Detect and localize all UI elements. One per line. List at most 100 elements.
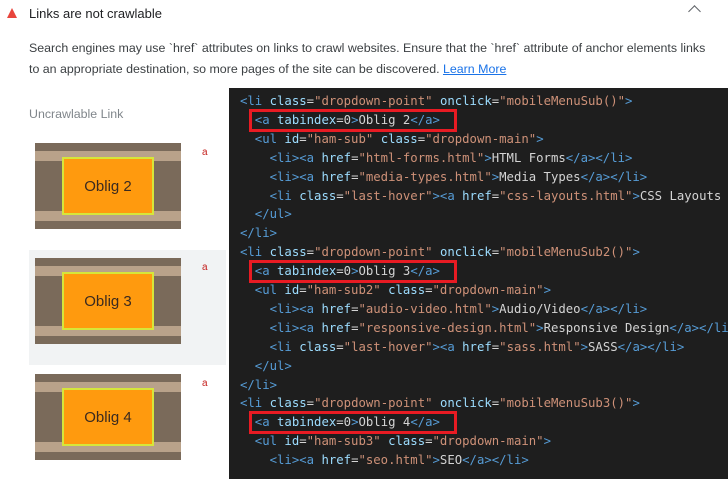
code-token: id	[284, 283, 300, 297]
element-screenshot: Oblig 3	[35, 258, 181, 344]
code-line: <ul id="ham-sub" class="dropdown-main">	[240, 130, 544, 149]
code-line: <li class="last-hover"><a href="sass.htm…	[240, 338, 685, 357]
code-token: <li	[240, 188, 300, 203]
code-token: CSS Layouts	[639, 188, 722, 203]
code-token: href	[462, 339, 492, 354]
element-screenshot: Oblig 2	[35, 143, 181, 229]
code-token: "responsive-design.html"	[358, 320, 537, 335]
code-token: "dropdown-main"	[425, 131, 537, 146]
code-token: >	[536, 131, 544, 146]
audit-header[interactable]: Links are not crawlable	[0, 0, 728, 30]
audit-title: Links are not crawlable	[29, 6, 162, 21]
highlight-box	[249, 260, 457, 284]
code-token: <ul	[240, 131, 285, 146]
code-token: "last-hover"	[343, 339, 433, 354]
code-token: id	[284, 131, 300, 146]
code-token: >	[580, 339, 589, 354]
code-token: onclick	[439, 94, 492, 108]
code-token: <li><a	[240, 150, 322, 165]
code-token: =	[306, 94, 315, 108]
code-token: class	[269, 396, 307, 411]
code-token: href	[462, 188, 492, 203]
code-line: <li class="last-hover"><a href="css-layo…	[240, 187, 722, 206]
code-line: <li><a href="html-forms.html">HTML Forms…	[240, 149, 633, 168]
code-token: Media Types	[499, 169, 581, 184]
list-item[interactable]: Oblig 4 a	[29, 366, 226, 479]
code-line: <li><a href="seo.html">SEO</a></li>	[240, 451, 529, 470]
code-token: "mobileMenuSub2()"	[499, 245, 633, 260]
code-token: >	[632, 245, 640, 260]
code-token: =	[299, 131, 307, 146]
code-token: href	[321, 301, 352, 316]
code-token: ><a	[432, 339, 463, 354]
code-token: "media-types.html"	[358, 169, 492, 184]
code-token: class	[388, 434, 426, 449]
column-label: Uncrawlable Link	[29, 107, 124, 121]
code-token: >	[632, 396, 640, 411]
code-token: =	[417, 131, 426, 146]
code-token: >	[543, 283, 551, 297]
code-token: href	[321, 320, 352, 335]
code-token: class	[388, 283, 426, 297]
code-token: =	[299, 283, 307, 297]
code-token: class	[269, 94, 307, 108]
code-token: =	[306, 396, 315, 411]
chevron-up-icon[interactable]	[688, 5, 701, 18]
code-token: id	[284, 434, 300, 449]
code-line: </ul>	[240, 357, 292, 376]
code-token: class	[380, 131, 418, 146]
code-token: HTML Forms	[491, 150, 566, 165]
code-token: =	[306, 245, 315, 260]
learn-more-link[interactable]: Learn More	[443, 62, 506, 76]
code-token: class	[299, 188, 337, 203]
list-item[interactable]: Oblig 3 a	[29, 250, 226, 365]
oblig-button-preview: Oblig 4	[62, 388, 154, 446]
code-token: <li	[240, 339, 300, 354]
code-token: "dropdown-point"	[314, 245, 433, 260]
element-tag: a	[202, 378, 208, 389]
code-token: onclick	[439, 245, 492, 260]
code-token: <li	[240, 245, 270, 260]
oblig-button-preview: Oblig 3	[62, 272, 154, 330]
code-snippet-panel: <li class="dropdown-point" onclick="mobi…	[229, 88, 728, 479]
code-token: <ul	[240, 283, 285, 297]
code-token: "dropdown-main"	[432, 283, 544, 297]
list-item[interactable]: Oblig 2 a	[29, 135, 226, 247]
audit-description-text: Search engines may use `href` attributes…	[29, 41, 706, 76]
code-token: </li>	[240, 226, 278, 241]
code-token: href	[321, 150, 352, 165]
code-line: </li>	[240, 224, 277, 243]
code-token: </ul>	[240, 358, 292, 373]
element-tag: a	[202, 262, 208, 273]
code-token: =	[336, 339, 344, 354]
code-line: </li>	[240, 376, 277, 395]
code-token: </a></li>	[669, 320, 728, 335]
code-token: >	[432, 453, 440, 468]
code-token: "audio-video.html"	[358, 301, 492, 316]
code-token: >	[625, 94, 633, 108]
code-token: "css-layouts.html"	[499, 188, 633, 203]
code-token: >	[484, 150, 492, 165]
code-line: <ul id="ham-sub2" class="dropdown-main">	[240, 281, 551, 300]
code-token: "dropdown-point"	[314, 94, 433, 108]
code-token: "seo.html"	[358, 453, 433, 468]
code-token: <li><a	[240, 320, 322, 335]
code-token: "html-forms.html"	[358, 150, 485, 165]
code-token: <li><a	[240, 169, 322, 184]
audit-description: Search engines may use `href` attributes…	[29, 38, 709, 80]
code-token: </a></li>	[565, 150, 633, 165]
code-token: "last-hover"	[343, 188, 433, 203]
code-token: href	[321, 453, 352, 468]
code-token: >	[536, 320, 544, 335]
highlight-box	[249, 411, 457, 435]
code-token: class	[269, 245, 307, 260]
code-token: </li>	[240, 377, 278, 392]
code-line: <li><a href="media-types.html">Media Typ…	[240, 168, 648, 187]
code-token: SEO	[439, 453, 463, 468]
highlight-box	[249, 108, 457, 132]
